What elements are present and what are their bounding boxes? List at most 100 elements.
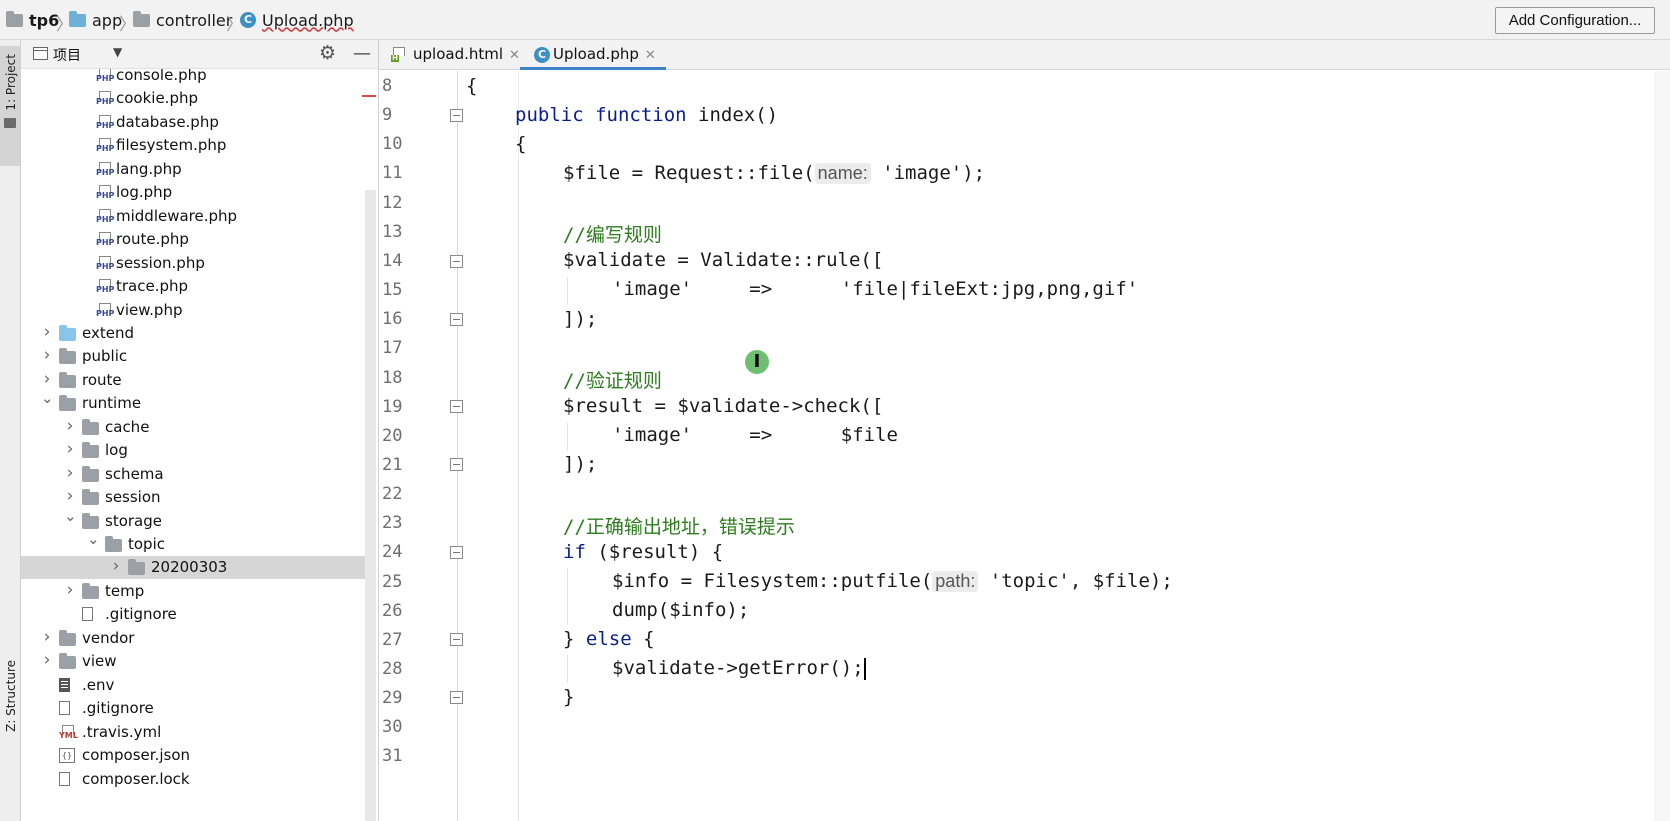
tree-folder[interactable]: › 20200303 bbox=[21, 555, 365, 580]
parameter-hint: path: bbox=[932, 571, 979, 592]
chevron-right-icon[interactable]: › bbox=[64, 415, 76, 438]
tree-file[interactable]: view.php bbox=[21, 299, 365, 322]
code-line-24: if ($result) { bbox=[563, 541, 724, 563]
line-number: 26 bbox=[382, 600, 403, 621]
tree-file[interactable]: route.php bbox=[21, 228, 365, 251]
parameter-hint: name: bbox=[814, 163, 871, 184]
breadcrumb-project[interactable]: tp6 bbox=[6, 0, 59, 40]
code-line-26: dump($info); bbox=[612, 599, 750, 621]
fold-toggle[interactable] bbox=[450, 633, 463, 646]
html-file-icon bbox=[391, 47, 405, 62]
tree-folder[interactable]: ⌄ storage bbox=[21, 507, 365, 533]
chevron-right-icon[interactable]: › bbox=[64, 462, 76, 485]
tree-item-label: route bbox=[82, 370, 122, 389]
tree-file[interactable]: log.php bbox=[21, 181, 365, 204]
code-line-14: $validate = Validate::rule([ bbox=[563, 249, 884, 271]
tree-folder[interactable]: › extend bbox=[21, 322, 365, 345]
line-number: 8 bbox=[382, 76, 393, 96]
tree-folder[interactable]: › schema bbox=[21, 463, 365, 486]
tree-file[interactable]: .gitignore bbox=[21, 603, 365, 626]
tree-folder[interactable]: › view bbox=[21, 650, 365, 673]
tree-file[interactable]: cookie.php bbox=[21, 87, 365, 110]
chevron-down-icon[interactable]: ⌄ bbox=[87, 528, 100, 551]
chevron-right-icon[interactable]: › bbox=[41, 321, 53, 344]
scrollbar[interactable] bbox=[365, 190, 376, 821]
gear-icon[interactable]: ⚙ bbox=[319, 42, 336, 64]
tree-folder[interactable]: › log bbox=[21, 439, 365, 462]
indent-guide bbox=[518, 160, 519, 821]
tree-item-label: cookie.php bbox=[116, 89, 199, 108]
breadcrumb-controller[interactable]: controller bbox=[133, 0, 232, 40]
tree-file[interactable]: {} composer.json bbox=[21, 744, 365, 767]
tree-file[interactable]: session.php bbox=[21, 252, 365, 275]
project-tree: console.php cookie.php database.php filesys… bbox=[21, 69, 365, 821]
structure-tool-button[interactable]: Z: Structure bbox=[0, 660, 20, 760]
tree-file[interactable]: .travis.yml bbox=[21, 721, 365, 744]
add-configuration-button[interactable]: Add Configuration... bbox=[1495, 7, 1655, 34]
tree-file[interactable]: trace.php bbox=[21, 275, 365, 298]
tree-file[interactable]: database.php bbox=[21, 111, 365, 134]
fold-toggle[interactable] bbox=[450, 109, 463, 122]
tree-file[interactable]: .gitignore bbox=[21, 697, 365, 720]
tree-file[interactable]: console.php bbox=[21, 69, 365, 87]
code-line-25: $info = Filesystem::putfile(path: 'topic… bbox=[612, 570, 1173, 592]
tree-item-label: .env bbox=[82, 675, 115, 694]
chevron-right-icon[interactable]: › bbox=[64, 438, 76, 461]
code-line-9: public function index() bbox=[515, 104, 779, 126]
project-panel-title[interactable]: 项目 bbox=[53, 45, 81, 65]
fold-toggle[interactable] bbox=[450, 313, 463, 326]
indent-guide bbox=[567, 568, 568, 625]
php-file-icon bbox=[96, 138, 114, 153]
tree-folder[interactable]: › route bbox=[21, 369, 365, 392]
tree-folder[interactable]: › cache bbox=[21, 416, 365, 439]
chevron-down-icon[interactable]: ▼ bbox=[113, 45, 122, 59]
chevron-right-icon[interactable]: › bbox=[64, 579, 76, 602]
tree-file[interactable]: .env bbox=[21, 674, 365, 697]
php-file-icon bbox=[96, 114, 114, 130]
line-number: 21 bbox=[382, 454, 403, 475]
fold-toggle[interactable] bbox=[450, 691, 463, 704]
project-tool-button[interactable]: 1: Project bbox=[0, 46, 20, 166]
indent-guide bbox=[567, 423, 568, 451]
php-class-icon: C bbox=[534, 47, 550, 63]
php-file-icon bbox=[96, 232, 114, 247]
chevron-right-icon[interactable]: › bbox=[41, 649, 53, 672]
tree-file[interactable]: middleware.php bbox=[21, 205, 365, 228]
chevron-down-icon[interactable]: ⌄ bbox=[64, 505, 77, 528]
line-number: 9 bbox=[382, 105, 393, 126]
tree-file[interactable]: composer.lock bbox=[21, 768, 365, 791]
line-number: 15 bbox=[382, 280, 403, 301]
tree-file[interactable]: filesystem.php bbox=[21, 134, 365, 157]
chevron-right-icon[interactable]: › bbox=[41, 626, 53, 649]
folder-icon bbox=[59, 629, 76, 646]
minimize-icon[interactable]: — bbox=[353, 43, 371, 64]
breadcrumb-file[interactable]: C Upload.php bbox=[240, 0, 354, 40]
breadcrumb-app[interactable]: app bbox=[69, 0, 122, 40]
tree-folder[interactable]: ⌄ runtime bbox=[21, 389, 365, 415]
chevron-down-icon[interactable]: ⌄ bbox=[41, 387, 54, 410]
fold-toggle[interactable] bbox=[450, 255, 463, 268]
tree-item-label: composer.lock bbox=[82, 769, 190, 788]
tree-item-label: lang.php bbox=[116, 159, 182, 178]
tree-folder[interactable]: › temp bbox=[21, 580, 365, 603]
chevron-right-icon[interactable]: › bbox=[110, 555, 122, 578]
chevron-right-icon[interactable]: › bbox=[41, 344, 53, 367]
line-number: 13 bbox=[382, 221, 403, 242]
project-panel-header: 项目 ▼ ⚙ — bbox=[21, 40, 378, 69]
tree-item-label: trace.php bbox=[116, 277, 189, 296]
tree-file[interactable]: lang.php bbox=[21, 158, 365, 181]
close-icon[interactable]: ✕ bbox=[509, 48, 520, 63]
fold-toggle[interactable] bbox=[450, 458, 463, 471]
tree-folder[interactable]: › public bbox=[21, 345, 365, 368]
tree-item-label: .travis.yml bbox=[82, 722, 162, 741]
php-file-icon bbox=[96, 161, 114, 177]
tab-upload-html[interactable]: upload.html✕ bbox=[391, 40, 520, 70]
change-marker bbox=[362, 95, 376, 97]
close-icon[interactable]: ✕ bbox=[645, 48, 656, 63]
tree-folder[interactable]: › vendor bbox=[21, 627, 365, 650]
file-icon bbox=[59, 771, 70, 786]
tree-folder[interactable]: ⌄ topic bbox=[21, 530, 365, 556]
fold-toggle[interactable] bbox=[450, 400, 463, 413]
fold-toggle[interactable] bbox=[450, 546, 463, 559]
tab-upload-php[interactable]: C Upload.php ✕ bbox=[520, 40, 666, 70]
